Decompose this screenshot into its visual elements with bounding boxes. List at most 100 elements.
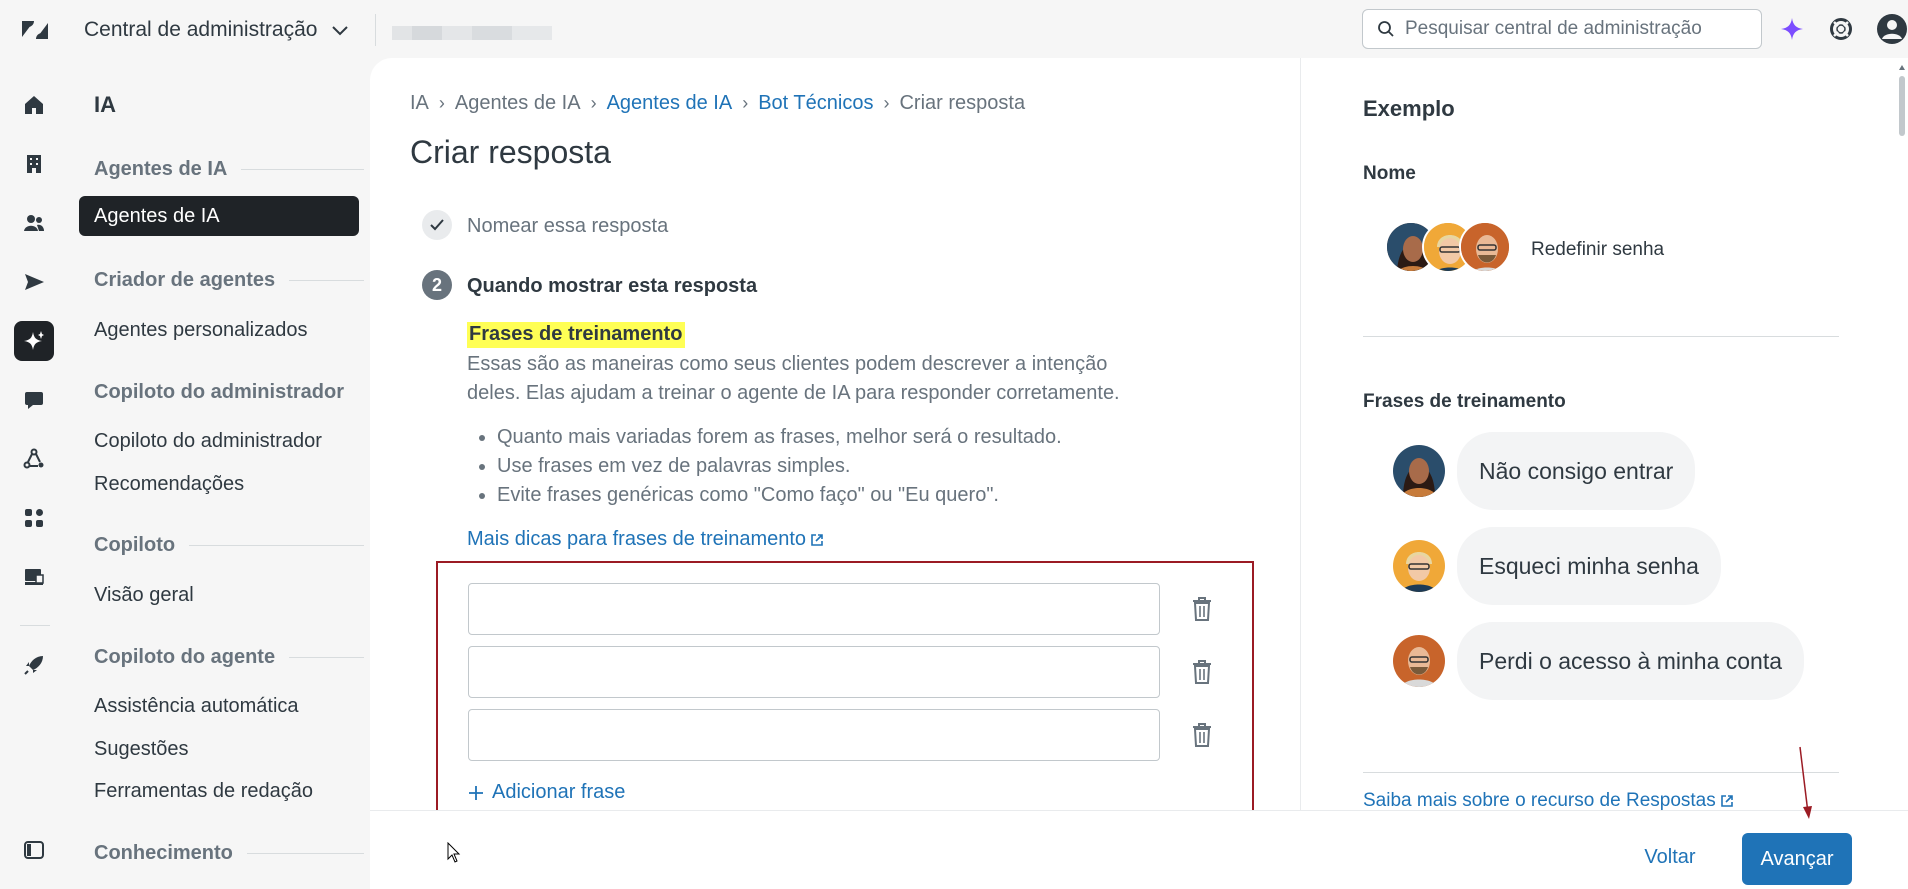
user-avatar-icon[interactable] bbox=[1876, 13, 1908, 45]
secondary-nav: IA Agentes de IA Agentes de IA Criador d… bbox=[78, 58, 368, 889]
product-switcher[interactable]: Central de administração bbox=[84, 17, 351, 43]
add-phrase-button[interactable]: Adicionar frase bbox=[468, 781, 625, 804]
nav-item-suggestions[interactable]: Sugestões bbox=[94, 738, 189, 761]
phrase-bubble: Esqueci minha senha bbox=[1457, 527, 1721, 605]
nav-item-admin-copilot[interactable]: Copiloto do administrador bbox=[94, 430, 322, 453]
list-item: Evite frases genéricas como "Como faço" … bbox=[467, 481, 1062, 510]
avatar bbox=[1393, 445, 1445, 497]
zendesk-logo-icon[interactable] bbox=[20, 15, 50, 45]
next-button[interactable]: Avançar bbox=[1742, 833, 1852, 885]
breadcrumb-ai-agents-root[interactable]: Agentes de IA bbox=[455, 92, 581, 115]
rail-workspaces[interactable] bbox=[14, 380, 54, 420]
app-title: Central de administração bbox=[84, 18, 318, 41]
breadcrumb-current: Criar resposta bbox=[899, 92, 1026, 114]
step-complete-badge bbox=[422, 210, 452, 240]
phrase-row bbox=[468, 646, 1211, 698]
plus-icon bbox=[469, 785, 483, 800]
back-button[interactable]: Voltar bbox=[1620, 833, 1720, 881]
rail-collapse[interactable] bbox=[14, 830, 54, 870]
search-icon bbox=[1378, 21, 1394, 37]
ai-sparkle-icon[interactable] bbox=[1779, 16, 1805, 42]
people-icon bbox=[24, 215, 44, 231]
phrase-input-3[interactable] bbox=[468, 709, 1160, 761]
step-2-label: Quando mostrar esta resposta bbox=[467, 275, 758, 297]
trash-icon[interactable] bbox=[1190, 722, 1214, 748]
rail-apps[interactable] bbox=[14, 498, 54, 538]
rail-get-started[interactable] bbox=[14, 645, 54, 685]
list-item: Quanto mais variadas forem as frases, me… bbox=[467, 423, 1062, 452]
integrations-icon bbox=[25, 569, 44, 585]
page-title: Criar resposta bbox=[410, 134, 611, 170]
phrase-row bbox=[468, 583, 1211, 635]
breadcrumb-ai-agents[interactable]: Agentes de IA bbox=[607, 92, 733, 115]
help-lifebuoy-icon[interactable] bbox=[1828, 16, 1854, 42]
scrollbar[interactable] bbox=[1896, 58, 1908, 810]
search-field[interactable] bbox=[1362, 9, 1762, 49]
nav-section-agent-copilot: Copiloto do agente bbox=[94, 646, 364, 669]
building-icon bbox=[27, 155, 41, 173]
list-item: Use frases em vez de palavras simples. bbox=[467, 452, 1062, 481]
nav-item-overview[interactable]: Visão geral bbox=[94, 584, 194, 607]
example-panel: Exemplo Nome Redefinir senha Frases de t… bbox=[1300, 58, 1908, 812]
rail-people[interactable] bbox=[14, 203, 54, 243]
more-tips-link[interactable]: Mais dicas para frases de treinamento bbox=[467, 528, 824, 551]
rail-ai[interactable] bbox=[14, 321, 54, 361]
tips-list: Quanto mais variadas forem as frases, me… bbox=[467, 423, 1062, 510]
example-phrases-label: Frases de treinamento bbox=[1363, 391, 1566, 412]
chevron-right-icon: › bbox=[883, 93, 890, 113]
example-title: Exemplo bbox=[1363, 96, 1455, 121]
rail-home[interactable] bbox=[14, 85, 54, 125]
breadcrumb-ia[interactable]: IA bbox=[410, 92, 429, 115]
example-phrase-row: Não consigo entrar bbox=[1393, 432, 1696, 510]
annotation-arrow-icon bbox=[1799, 746, 1812, 819]
nav-item-auto-assist[interactable]: Assistência automática bbox=[94, 695, 299, 718]
example-phrase-row: Esqueci minha senha bbox=[1393, 527, 1721, 605]
form-content: IA › Agentes de IA › Agentes de IA › Bot… bbox=[370, 58, 1300, 817]
search-input[interactable] bbox=[1405, 18, 1735, 40]
rail-integrations[interactable] bbox=[14, 557, 54, 597]
icon-rail bbox=[0, 58, 70, 889]
avatar bbox=[1393, 540, 1445, 592]
nav-item-ai-agents[interactable]: Agentes de IA bbox=[79, 196, 359, 236]
training-phrases-title: Frases de treinamento bbox=[467, 322, 686, 348]
phrase-input-2[interactable] bbox=[468, 646, 1160, 698]
nav-section-admin-copilot: Copiloto do administrador bbox=[94, 381, 344, 403]
avatar-group bbox=[1385, 221, 1515, 275]
learn-more-link[interactable]: Saiba mais sobre o recurso de Respostas bbox=[1363, 790, 1734, 812]
nav-section-knowledge: Conhecimento bbox=[94, 842, 364, 865]
chevron-right-icon: › bbox=[742, 93, 749, 113]
phrase-input-1[interactable] bbox=[468, 583, 1160, 635]
nav-section-ai-agents: Agentes de IA bbox=[94, 158, 364, 181]
mouse-cursor-icon bbox=[447, 842, 461, 863]
chat-icon bbox=[25, 392, 43, 409]
nav-section-copilot: Copiloto bbox=[94, 534, 364, 557]
check-icon bbox=[430, 219, 444, 231]
nav-title: IA bbox=[94, 92, 116, 117]
rail-account[interactable] bbox=[14, 144, 54, 184]
avatar bbox=[1459, 221, 1511, 273]
nav-item-custom-agents[interactable]: Agentes personalizados bbox=[94, 319, 307, 342]
phrase-bubble: Não consigo entrar bbox=[1457, 432, 1696, 510]
example-name-value: Redefinir senha bbox=[1531, 239, 1665, 260]
apps-grid-icon bbox=[25, 509, 43, 527]
trash-icon[interactable] bbox=[1190, 659, 1214, 685]
breadcrumb: IA › Agentes de IA › Agentes de IA › Bot… bbox=[410, 92, 1025, 115]
rail-channels[interactable] bbox=[14, 262, 54, 302]
divider bbox=[375, 14, 376, 46]
nav-item-writing-tools[interactable]: Ferramentas de redação bbox=[94, 780, 313, 803]
phrase-row bbox=[468, 709, 1211, 761]
example-name-label: Nome bbox=[1363, 163, 1416, 184]
main-panel: IA › Agentes de IA › Agentes de IA › Bot… bbox=[370, 58, 1908, 889]
breadcrumb-bot[interactable]: Bot Técnicos bbox=[758, 92, 873, 115]
step-1-label[interactable]: Nomear essa resposta bbox=[467, 215, 668, 238]
trash-icon[interactable] bbox=[1190, 596, 1214, 622]
send-icon bbox=[25, 274, 44, 290]
external-link-icon bbox=[1720, 795, 1733, 807]
avatar bbox=[1393, 635, 1445, 687]
blurred-account-name bbox=[392, 18, 562, 46]
rail-objects[interactable] bbox=[14, 439, 54, 479]
home-icon bbox=[25, 96, 43, 114]
nav-item-recommendations[interactable]: Recomendações bbox=[94, 473, 244, 496]
divider bbox=[1363, 772, 1839, 773]
training-description: Essas são as maneiras como seus clientes… bbox=[467, 353, 1120, 404]
